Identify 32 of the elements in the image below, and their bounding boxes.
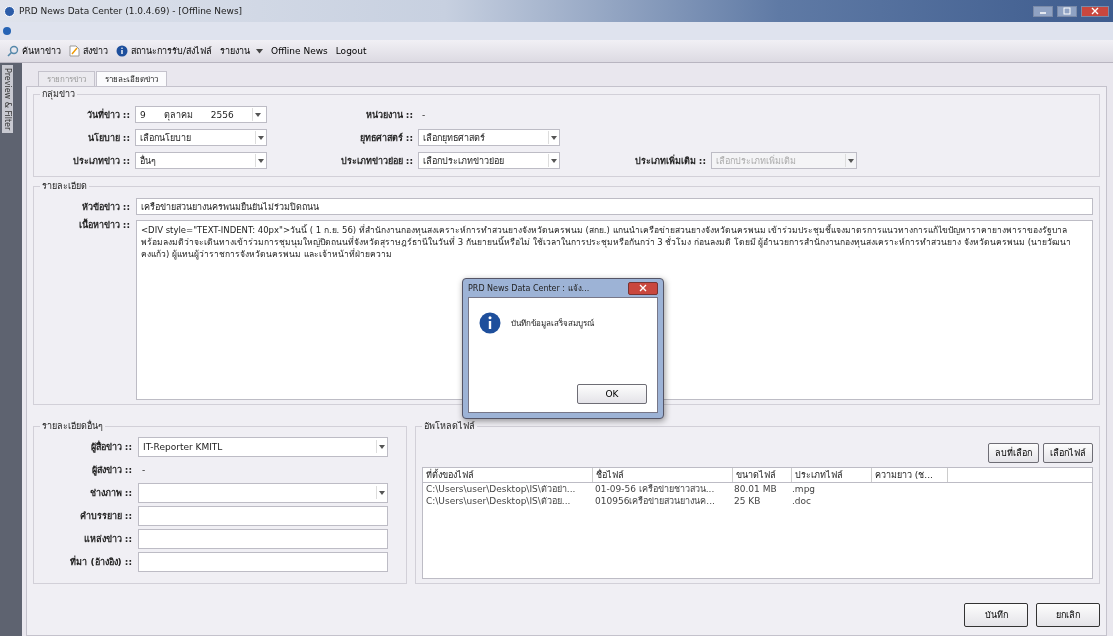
field-label: แหล่งข่าว :: <box>82 532 132 546</box>
group-title: กลุ่มข่าว <box>41 88 76 101</box>
field-label: หัวข้อข่าว :: <box>80 200 130 214</box>
field-label: ผู้สื่อข่าว :: <box>89 439 132 454</box>
field-label: ยุทธศาสตร์ :: <box>358 131 413 145</box>
table-cell-text: C:\Users\user\Desktop\IS\ตัวอย่า... <box>425 483 577 496</box>
group-title: อัพโหลดไฟล์ <box>423 420 476 433</box>
table-cell-text: 80.01 MB <box>733 484 778 494</box>
field-label: คำบรรยาย :: <box>78 509 132 523</box>
table-cell-text: C:\Users\user\Desktop\IS\ตัวอย... <box>425 495 572 508</box>
field-label: เนื้อหาข่าว :: <box>77 218 130 232</box>
window-title: PRD News Data Center (1.0.4.69) - [Offline News] <box>19 6 243 16</box>
field-label: ประเภทเพิ่มเติม :: <box>633 153 706 168</box>
table-cell-text: 01-09-56 เครือข่ายชาวสวน... <box>594 483 716 496</box>
field-label: หน่วยงาน :: <box>364 108 413 122</box>
field-label: ที่มา (อ้างอิง) :: <box>69 554 132 569</box>
group-title: รายละเอียดอื่นๆ <box>41 419 104 433</box>
field-label: นโยบาย :: <box>86 131 130 145</box>
field-value: - <box>141 464 146 475</box>
dialog-message: บันทึกข้อมูลเสร็จสมบูรณ์ <box>511 317 594 330</box>
field-label: วันที่ข่าว :: <box>85 107 130 122</box>
table-cell-text: .doc <box>791 496 813 506</box>
table-cell-text: 25 KB <box>733 496 762 506</box>
dialog-title: PRD News Data Center : แจ้ง... <box>468 282 590 295</box>
field-value: - <box>421 109 426 120</box>
field-label: ประเภทข่าวย่อย :: <box>339 154 413 168</box>
field-label: ประเภทข่าว :: <box>71 154 130 168</box>
table-cell-text: .mpg <box>791 484 817 494</box>
field-label: ช่างภาพ :: <box>88 486 132 500</box>
group-title: รายละเอียด <box>41 180 88 193</box>
field-label: ผู้ส่งข่าว :: <box>90 463 132 477</box>
table-cell-text: 010956เครือข่ายสวนยางนค... <box>594 495 716 508</box>
